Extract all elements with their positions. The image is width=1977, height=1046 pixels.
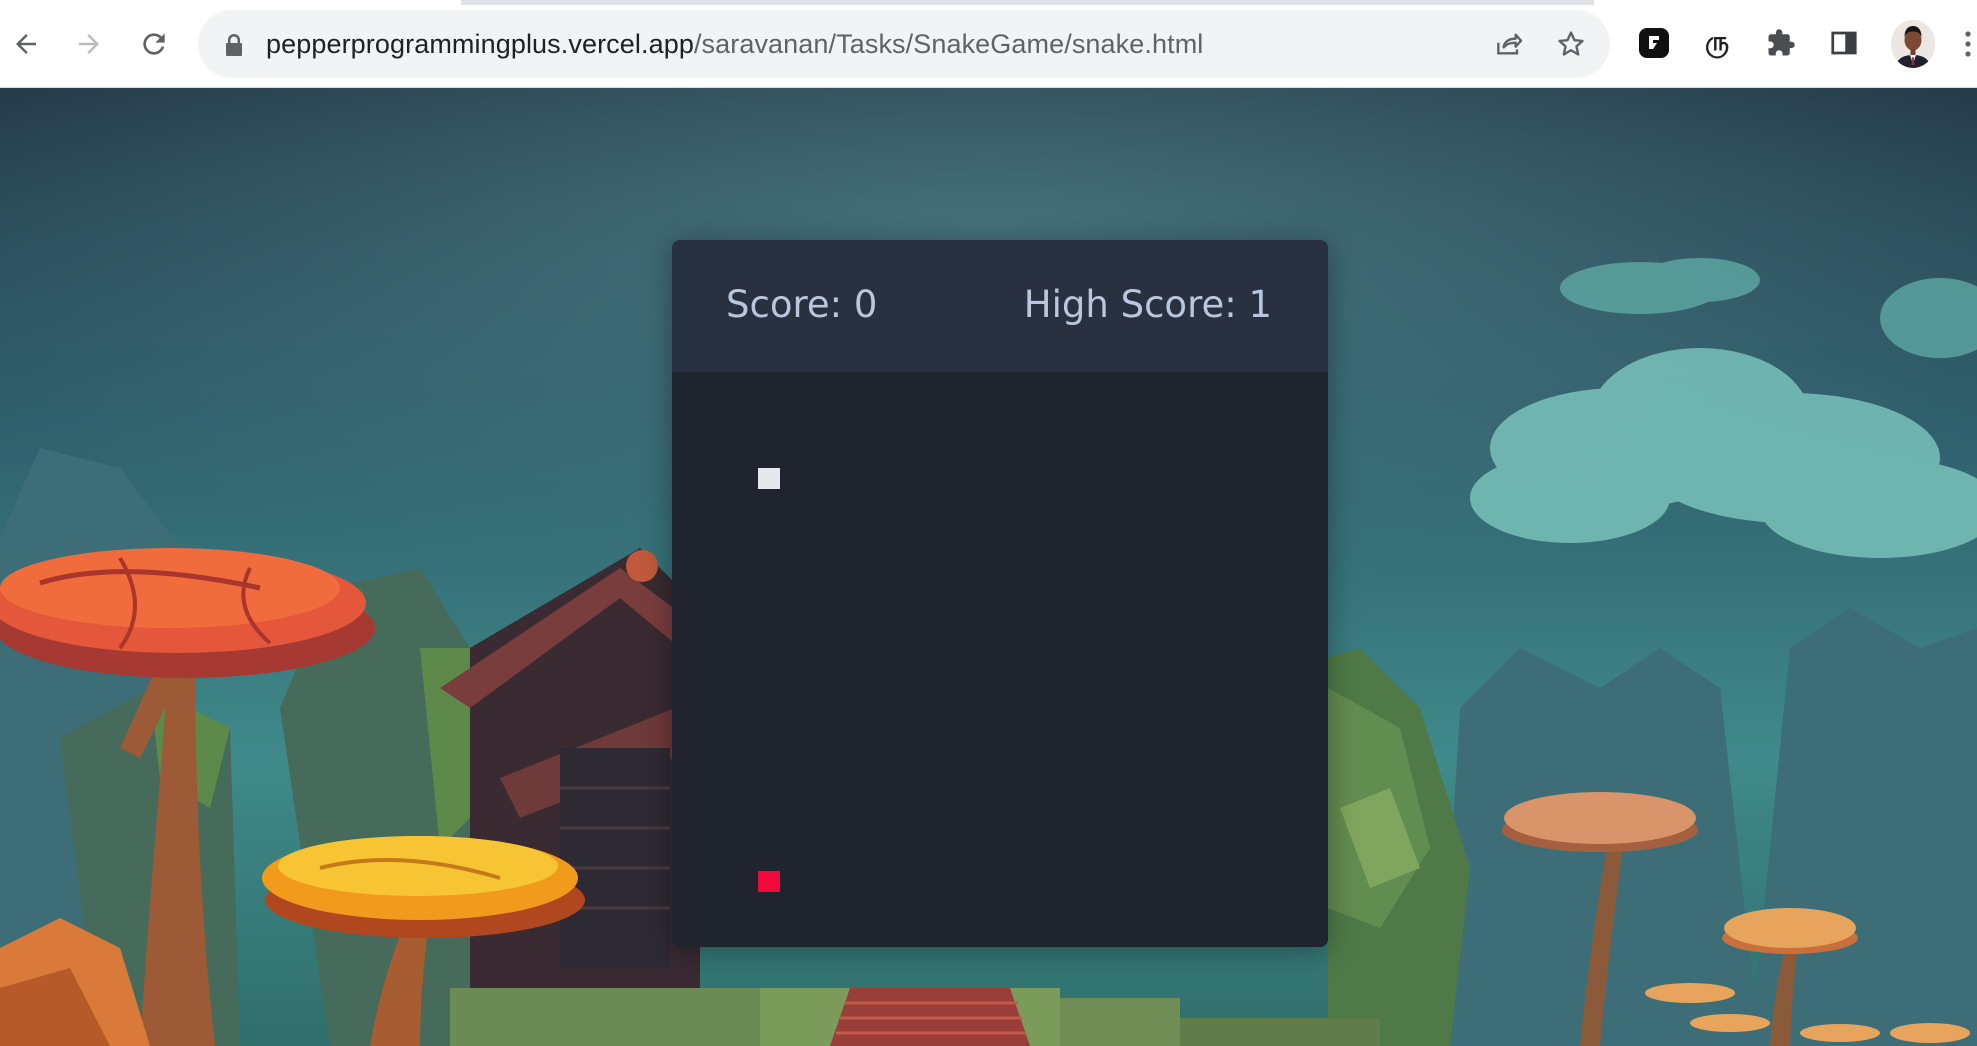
browser-menu-button[interactable] [1958,26,1977,62]
url-text[interactable]: pepperprogrammingplus.vercel.app/saravan… [266,28,1203,60]
share-icon [1497,33,1523,55]
game-board[interactable] [672,372,1328,947]
reload-icon [143,33,165,55]
share-button[interactable] [1491,26,1527,62]
forward-button[interactable] [65,20,113,68]
profile-avatar[interactable] [1891,20,1935,68]
bookmark-button[interactable] [1553,26,1589,62]
browser-toolbar: pepperprogrammingplus.vercel.app/saravan… [0,0,1977,88]
forward-arrow-icon [79,34,99,54]
reload-button[interactable] [130,20,178,68]
address-bar[interactable]: pepperprogrammingplus.vercel.app/saravan… [198,10,1610,78]
side-panel-button[interactable] [1823,22,1865,64]
r-extension-icon [1639,28,1669,58]
food-item [758,871,780,892]
snake-head [758,468,780,489]
lock-icon[interactable] [222,32,246,58]
puzzle-icon [1768,29,1795,56]
url-host: pepperprogrammingplus.vercel.app [266,29,694,59]
high-score: High Score: 1 [1023,283,1272,326]
back-button[interactable] [2,20,50,68]
extensions-button[interactable] [1760,22,1802,64]
tamil-extension-icon: ரு [1704,26,1730,57]
active-tab-edge [461,0,1594,5]
url-path: /saravanan/Tasks/SnakeGame/snake.html [693,29,1204,59]
side-panel-icon [1831,31,1857,55]
more-vertical-icon [1965,31,1971,57]
tamil-extension-button[interactable]: ரு [1696,22,1738,64]
game-container: Score: 0 High Score: 1 [672,240,1328,947]
star-icon [1558,31,1584,56]
back-arrow-icon [16,34,36,54]
current-score: Score: 0 [726,283,878,326]
score-header: Score: 0 High Score: 1 [672,240,1328,372]
profile-photo-icon [1891,20,1935,68]
r-extension-button[interactable] [1633,22,1675,64]
